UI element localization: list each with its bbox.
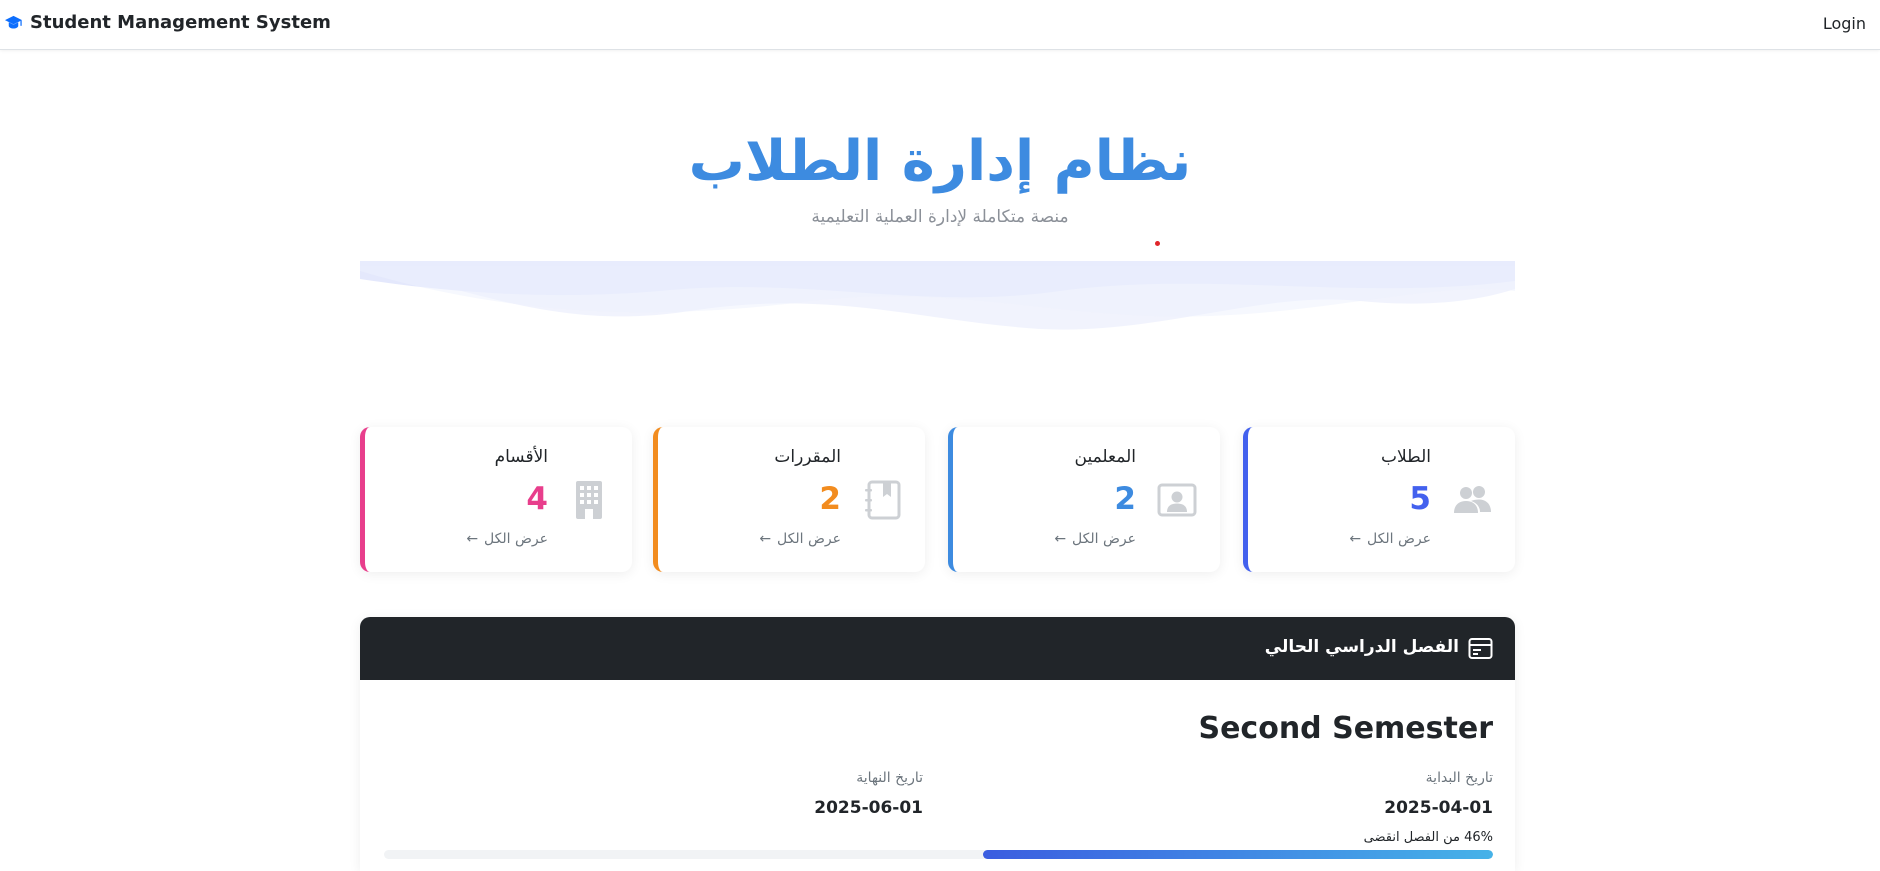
view-all-label: عرض الكل [1072, 531, 1136, 547]
teacher-badge-icon [1157, 483, 1197, 517]
end-date-label: تاريخ النهاية [856, 770, 923, 786]
page-subtitle: منصة متكاملة لإدارة العملية التعليمية [811, 207, 1069, 227]
arrow-left-icon: ← [759, 531, 772, 547]
login-link[interactable]: Login [1823, 14, 1866, 33]
stat-card-courses: المقررات 2 عرض الكل ← [653, 427, 925, 572]
semester-header: الفصل الدراسي الحالي [360, 617, 1515, 680]
view-all-label: عرض الكل [777, 531, 841, 547]
semester-name: Second Semester [1198, 711, 1493, 746]
stat-title: المعلمين [1074, 447, 1136, 467]
cursor-dot [1155, 241, 1160, 246]
users-icon [1454, 486, 1491, 513]
arrow-left-icon: ← [1054, 531, 1067, 547]
semester-progress-fill [982, 850, 1493, 859]
semester-header-title: الفصل الدراسي الحالي [1264, 637, 1459, 657]
view-all-teachers-link[interactable]: عرض الكل ← [1054, 531, 1136, 547]
view-all-departments-link[interactable]: عرض الكل ← [466, 531, 548, 547]
building-icon [576, 481, 602, 519]
end-date-value: 2025-06-01 [814, 798, 923, 818]
view-all-students-link[interactable]: عرض الكل ← [1349, 531, 1431, 547]
calendar-card-icon [1468, 638, 1493, 659]
arrow-left-icon: ← [466, 531, 479, 547]
view-all-label: عرض الكل [484, 531, 548, 547]
stat-count: 2 [819, 481, 841, 517]
brand-link[interactable]: Student Management System [4, 12, 331, 33]
stat-title: الطلاب [1381, 447, 1431, 467]
stat-title: المقررات [774, 447, 841, 467]
semester-progress-bar [384, 850, 1493, 859]
brand-name: Student Management System [30, 12, 331, 33]
stat-card-teachers: المعلمين 2 عرض الكل ← [948, 427, 1220, 572]
stat-card-departments: الأقسام 4 عرض الكل ← [360, 427, 632, 572]
current-semester-panel: الفصل الدراسي الحالي Second Semester تار… [360, 617, 1515, 871]
page-title: نظام إدارة الطلاب [688, 129, 1192, 194]
decorative-wave [360, 261, 1515, 330]
stat-count: 4 [526, 481, 548, 517]
stat-card-students: الطلاب 5 عرض الكل ← [1243, 427, 1515, 572]
navbar: Student Management System Login [0, 0, 1880, 50]
arrow-left-icon: ← [1349, 531, 1362, 547]
stat-count: 2 [1114, 481, 1136, 517]
view-all-courses-link[interactable]: عرض الكل ← [759, 531, 841, 547]
graduation-cap-icon [4, 15, 23, 29]
stat-title: الأقسام [494, 447, 548, 467]
semester-progress-text: 46% من الفصل انقضى [1363, 830, 1493, 845]
stat-count: 5 [1409, 481, 1431, 517]
view-all-label: عرض الكل [1367, 531, 1431, 547]
start-date-value: 2025-04-01 [1384, 798, 1493, 818]
journal-bookmark-icon [865, 480, 901, 520]
start-date-label: تاريخ البداية [1425, 770, 1493, 786]
